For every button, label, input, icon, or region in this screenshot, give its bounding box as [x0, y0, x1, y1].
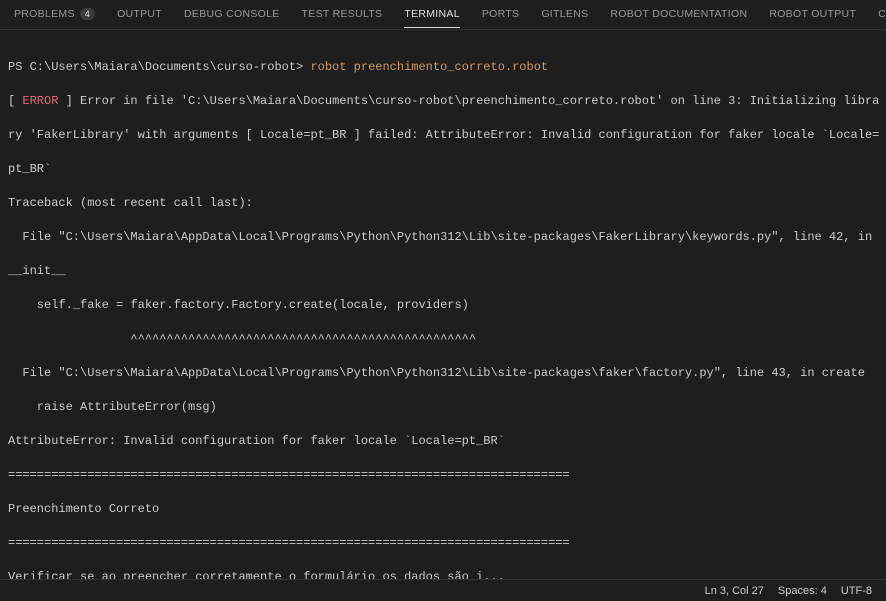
status-indent[interactable]: Spaces: 4	[778, 585, 827, 597]
terminal-line: ^^^^^^^^^^^^^^^^^^^^^^^^^^^^^^^^^^^^^^^^…	[8, 331, 880, 348]
problems-badge: 4	[80, 8, 95, 20]
tab-test-results[interactable]: TEST RESULTS	[302, 8, 383, 27]
terminal-line: [ ERROR ] Error in file 'C:\Users\Maiara…	[8, 93, 880, 110]
terminal-line: self._fake = faker.factory.Factory.creat…	[8, 297, 880, 314]
tab-gitlens[interactable]: GITLENS	[541, 8, 588, 27]
panel-tabs: PROBLEMS4 OUTPUT DEBUG CONSOLE TEST RESU…	[0, 0, 886, 30]
terminal-line: Verificar se ao preencher corretamente o…	[8, 569, 880, 579]
terminal-line: raise AttributeError(msg)	[8, 399, 880, 416]
tab-problems[interactable]: PROBLEMS4	[14, 8, 95, 27]
terminal-line: File "C:\Users\Maiara\AppData\Local\Prog…	[8, 365, 880, 382]
terminal-line: ========================================…	[8, 467, 880, 484]
tab-ports[interactable]: PORTS	[482, 8, 519, 27]
status-line-col[interactable]: Ln 3, Col 27	[705, 585, 764, 597]
terminal-line: PS C:\Users\Maiara\Documents\curso-robot…	[8, 59, 880, 76]
tab-terminal[interactable]: TERMINAL	[404, 8, 460, 28]
terminal-line: AttributeError: Invalid configuration fo…	[8, 433, 880, 450]
tab-debug-console[interactable]: DEBUG CONSOLE	[184, 8, 280, 27]
terminal-line: Preenchimento Correto	[8, 501, 880, 518]
status-encoding[interactable]: UTF-8	[841, 585, 872, 597]
terminal-line: pt_BR`	[8, 161, 880, 178]
terminal-line: ry 'FakerLibrary' with arguments [ Local…	[8, 127, 880, 144]
tab-robot-output[interactable]: ROBOT OUTPUT	[769, 8, 856, 27]
tab-output[interactable]: OUTPUT	[117, 8, 162, 27]
terminal-line: File "C:\Users\Maiara\AppData\Local\Prog…	[8, 229, 880, 246]
tab-robot-documentation[interactable]: ROBOT DOCUMENTATION	[610, 8, 747, 27]
terminal-line: ========================================…	[8, 535, 880, 552]
status-bar: Ln 3, Col 27 Spaces: 4 UTF-8	[0, 579, 886, 601]
terminal-line: __init__	[8, 263, 880, 280]
tab-comment[interactable]: COMMENT	[878, 8, 886, 27]
terminal-output[interactable]: PS C:\Users\Maiara\Documents\curso-robot…	[0, 30, 886, 579]
terminal-line: Traceback (most recent call last):	[8, 195, 880, 212]
